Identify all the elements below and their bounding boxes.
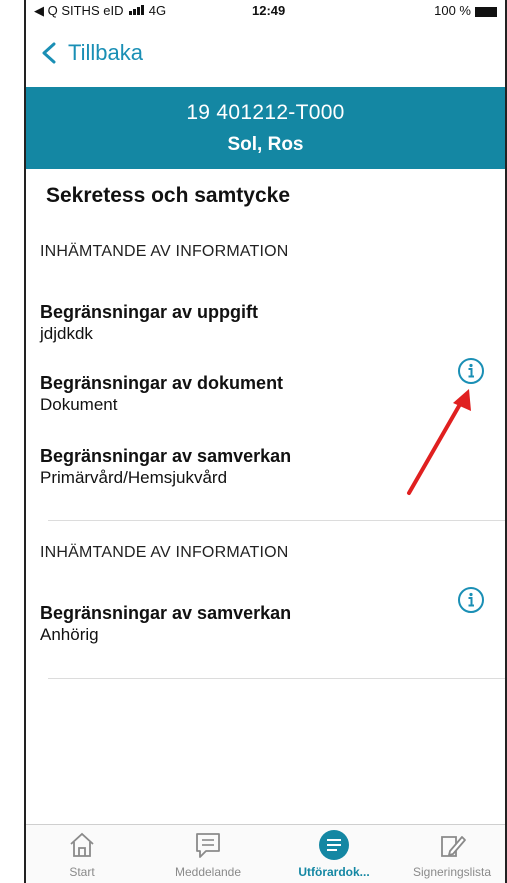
item-label: Begränsningar av dokument bbox=[40, 373, 284, 393]
back-label: Tillbaka bbox=[68, 40, 143, 65]
home-icon bbox=[70, 832, 94, 857]
battery-info: 100 % bbox=[434, 3, 497, 18]
item-value: Primärvård/Hemsjukvård bbox=[40, 468, 228, 487]
battery-icon bbox=[475, 6, 497, 17]
tab-label: Start bbox=[69, 865, 95, 879]
tab-label: Utförardok... bbox=[298, 865, 370, 879]
carrier-info: ◀ Q SITHS eID 4G bbox=[34, 3, 166, 19]
divider bbox=[48, 678, 505, 679]
page-title: Sekretess och samtycke bbox=[46, 184, 290, 207]
group-heading: INHÄMTANDE AV INFORMATION bbox=[40, 243, 289, 260]
tab-meddelande[interactable]: Meddelande bbox=[158, 829, 258, 879]
list-item: Begränsningar av samverkan Anhörig bbox=[40, 602, 440, 646]
list-item: Begränsningar av dokument Dokument bbox=[40, 372, 440, 416]
tab-label: Meddelande bbox=[174, 865, 242, 879]
chevron-left-icon bbox=[42, 42, 56, 64]
item-label: Begränsningar av samverkan bbox=[40, 603, 292, 623]
carrier-label: ◀ Q SITHS eID bbox=[34, 3, 124, 18]
item-value: Dokument bbox=[40, 395, 118, 414]
signature-icon bbox=[441, 836, 466, 857]
item-label: Begränsningar av samverkan bbox=[40, 446, 292, 466]
info-icon[interactable] bbox=[457, 586, 485, 614]
status-bar: ◀ Q SITHS eID 4G 12:49 100 % bbox=[26, 0, 505, 24]
tab-start[interactable]: Start bbox=[32, 829, 132, 879]
group-heading: INHÄMTANDE AV INFORMATION bbox=[40, 544, 289, 561]
item-label: Begränsningar av uppgift bbox=[40, 302, 259, 322]
list-item: Begränsningar av samverkan Primärvård/He… bbox=[40, 445, 440, 489]
patient-id: 19 401212-T000 bbox=[186, 101, 345, 124]
nav-bar: Tillbaka bbox=[26, 30, 505, 80]
tab-utforardok[interactable]: Utförardok... bbox=[284, 829, 384, 879]
tab-signeringslista[interactable]: Signeringslista bbox=[402, 829, 502, 879]
signal-icon bbox=[129, 3, 145, 18]
phone-screen: ◀ Q SITHS eID 4G 12:49 100 % Tillbaka 19… bbox=[24, 0, 507, 883]
screenshot-frame: ◀ Q SITHS eID 4G 12:49 100 % Tillbaka 19… bbox=[0, 0, 507, 883]
message-icon bbox=[196, 833, 220, 858]
battery-label: 100 % bbox=[434, 3, 471, 18]
document-list-icon bbox=[319, 830, 349, 860]
info-icon[interactable] bbox=[457, 357, 485, 385]
tab-label: Signeringslista bbox=[412, 865, 492, 879]
back-button[interactable]: Tillbaka bbox=[40, 40, 143, 66]
patient-name: Sol, Ros bbox=[227, 134, 304, 155]
network-label: 4G bbox=[148, 3, 167, 18]
item-value: Anhörig bbox=[40, 625, 99, 644]
list-item: Begränsningar av uppgift jdjdkdk bbox=[40, 301, 440, 345]
divider bbox=[48, 520, 505, 521]
item-value: jdjdkdk bbox=[40, 324, 93, 343]
clock: 12:49 bbox=[252, 3, 286, 18]
patient-header: 19 401212-T000 Sol, Ros bbox=[26, 87, 505, 169]
tab-bar: Start Meddelande Utförardok... Signering… bbox=[26, 824, 505, 883]
